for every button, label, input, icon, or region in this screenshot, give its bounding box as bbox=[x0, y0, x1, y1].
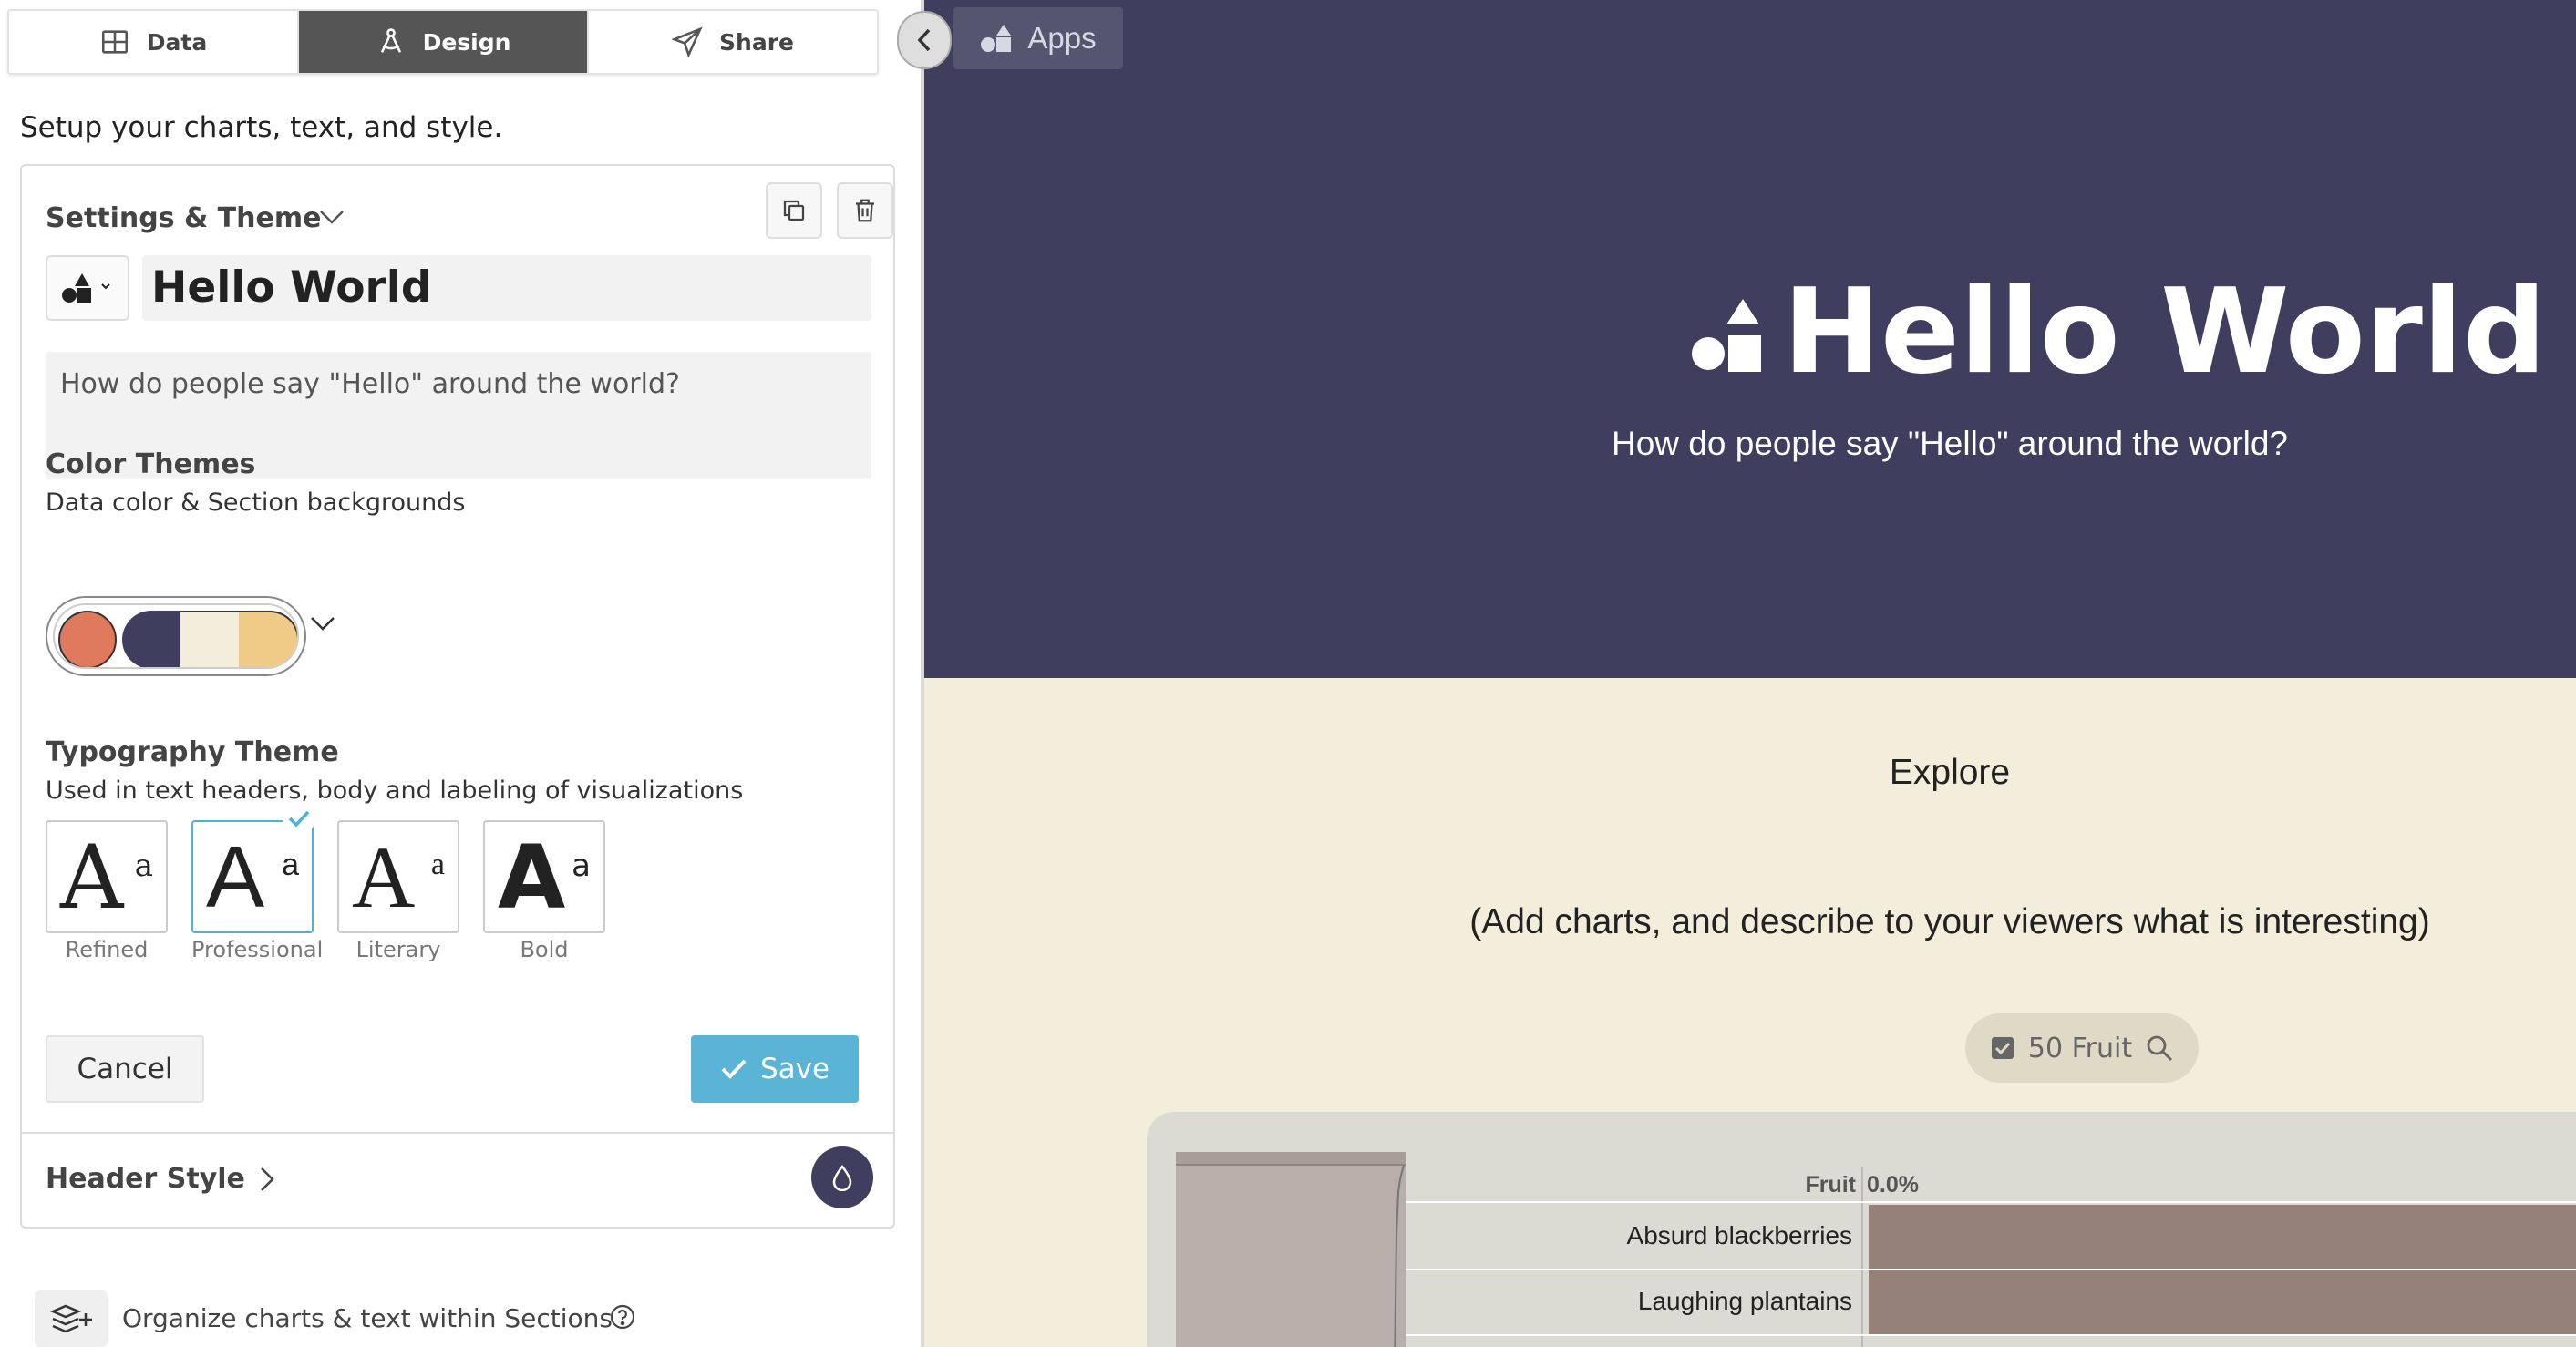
typography-label-literary: Literary bbox=[355, 937, 441, 962]
chart-card: Fruit 0.0% Absurd blackberries Laughing p… bbox=[1147, 1112, 2576, 1347]
apps-label: Apps bbox=[1027, 21, 1097, 55]
tab-design[interactable]: Design bbox=[299, 11, 589, 73]
typography-theme-label: Typography Theme bbox=[46, 736, 339, 768]
shapes-icon bbox=[981, 25, 1012, 52]
type-sample-big: A bbox=[352, 828, 416, 926]
preview-title: Hello World bbox=[1692, 264, 2546, 401]
chart-value-header: 0.0% bbox=[1867, 1172, 1919, 1198]
table-icon bbox=[101, 30, 128, 54]
typography-option-refined[interactable]: A a bbox=[46, 820, 168, 933]
type-sample-small: a bbox=[282, 848, 299, 882]
type-sample-small: a bbox=[572, 848, 591, 884]
chart-bar[interactable] bbox=[1869, 1205, 2576, 1269]
swatch-cream bbox=[180, 611, 239, 667]
swatch-sand bbox=[239, 611, 297, 667]
type-sample-small: a bbox=[430, 848, 445, 881]
chevron-down-icon[interactable] bbox=[317, 206, 346, 228]
section-heading: Explore bbox=[1889, 753, 2011, 792]
tab-design-label: Design bbox=[422, 28, 511, 56]
type-sample-big: A bbox=[206, 828, 265, 926]
typography-label-refined: Refined bbox=[65, 937, 149, 962]
trash-icon bbox=[856, 199, 874, 222]
preview-pane: Apps Hello World How do people say "Hell… bbox=[924, 0, 2576, 1347]
chevron-right-icon[interactable] bbox=[257, 1165, 277, 1194]
color-themes-sublabel: Data color & Section backgrounds bbox=[46, 488, 466, 517]
typography-option-literary[interactable]: A a bbox=[337, 820, 459, 933]
shapes-logo-icon bbox=[62, 273, 110, 303]
apps-button[interactable]: Apps bbox=[953, 7, 1123, 69]
chart-axis bbox=[1861, 1167, 1863, 1347]
filter-label: 50 Fruit bbox=[2027, 1032, 2133, 1064]
selected-check-icon bbox=[283, 802, 315, 835]
copy-icon bbox=[783, 200, 805, 221]
chart-header-rule bbox=[1406, 1201, 2576, 1203]
tab-bar: Data Design Share bbox=[7, 9, 879, 75]
typography-theme-sublabel: Used in text headers, body and labeling … bbox=[46, 776, 744, 805]
swatch-coral bbox=[58, 611, 117, 667]
settings-theme-heading[interactable]: Settings & Theme bbox=[46, 202, 321, 234]
help-icon[interactable] bbox=[609, 1303, 636, 1331]
color-theme-picker[interactable] bbox=[46, 596, 306, 676]
intro-text: Setup your charts, text, and style. bbox=[20, 111, 503, 144]
paper-plane-icon bbox=[672, 26, 703, 57]
organize-sections-button[interactable] bbox=[35, 1290, 108, 1347]
cancel-button[interactable]: Cancel bbox=[46, 1035, 204, 1103]
save-button[interactable]: Save bbox=[691, 1035, 859, 1103]
preview-title-text: Hello World bbox=[1783, 264, 2547, 400]
header-color-button[interactable] bbox=[811, 1146, 873, 1208]
typography-option-bold[interactable]: A a bbox=[483, 820, 605, 933]
typography-label-professional: Professional bbox=[191, 937, 324, 962]
chart-row-divider bbox=[1406, 1334, 2576, 1336]
chevron-left-icon bbox=[917, 28, 931, 52]
divider bbox=[22, 1132, 893, 1134]
content-section: Explore (Add charts, and describe to you… bbox=[924, 678, 2576, 1347]
checkbox-icon bbox=[1991, 1037, 2014, 1059]
organize-sections-text: Organize charts & text within Sections bbox=[122, 1303, 613, 1333]
check-icon bbox=[721, 1059, 747, 1079]
typography-label-bold: Bold bbox=[520, 937, 569, 962]
tab-share-label: Share bbox=[719, 28, 794, 56]
delete-button[interactable] bbox=[837, 182, 893, 239]
chart-row-label: Laughing plantains bbox=[1637, 1287, 1852, 1315]
collapse-panel-button[interactable] bbox=[897, 11, 952, 69]
droplet-icon bbox=[832, 1165, 852, 1191]
design-panel: Data Design Share Setup your charts, tex… bbox=[0, 0, 921, 1347]
design-compass-icon bbox=[380, 28, 401, 53]
section-description: (Add charts, and describe to your viewer… bbox=[1469, 902, 2430, 941]
settings-card: Settings & Theme Hello World How do peop… bbox=[20, 164, 895, 1229]
filter-pill[interactable]: 50 Fruit bbox=[1965, 1013, 2199, 1083]
duplicate-button[interactable] bbox=[766, 182, 822, 239]
palette-swatches bbox=[53, 603, 299, 669]
swatch-navy bbox=[122, 611, 180, 667]
type-sample-small: a bbox=[134, 848, 153, 884]
header-style-heading[interactable]: Header Style bbox=[46, 1163, 245, 1195]
typography-option-professional[interactable]: A a bbox=[191, 820, 314, 933]
type-sample-big: A bbox=[498, 827, 566, 929]
tab-data[interactable]: Data bbox=[9, 11, 299, 73]
search-icon bbox=[2147, 1035, 2173, 1061]
logo-picker-button[interactable] bbox=[46, 255, 129, 321]
chart-bar[interactable] bbox=[1869, 1270, 2576, 1334]
chevron-down-icon[interactable] bbox=[308, 612, 337, 634]
save-button-label: Save bbox=[759, 1053, 830, 1085]
header-section: Apps Hello World How do people say "Hell… bbox=[924, 0, 2576, 678]
color-themes-label: Color Themes bbox=[46, 448, 256, 480]
tab-share[interactable]: Share bbox=[589, 11, 877, 73]
title-input[interactable]: Hello World bbox=[142, 255, 871, 321]
chart-category-header: Fruit bbox=[1805, 1172, 1856, 1198]
preview-subtitle: How do people say "Hello" around the wor… bbox=[1611, 425, 2289, 462]
type-sample-big: A bbox=[60, 827, 124, 929]
chart-row-label: Absurd blackberries bbox=[1626, 1221, 1852, 1249]
layers-plus-icon bbox=[49, 1304, 92, 1333]
tab-data-label: Data bbox=[146, 28, 208, 56]
